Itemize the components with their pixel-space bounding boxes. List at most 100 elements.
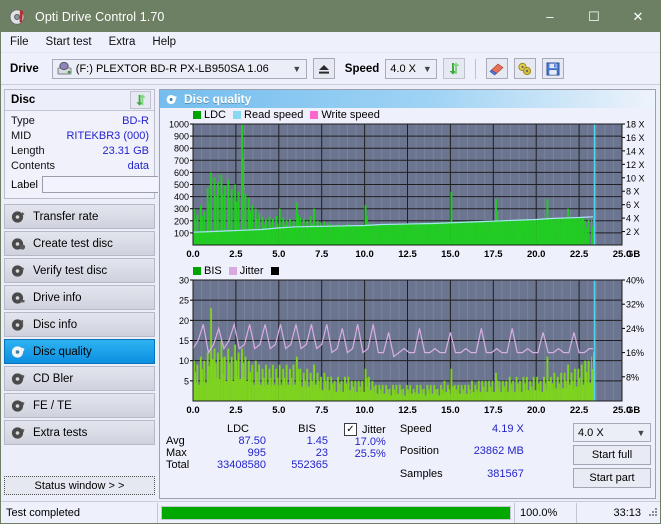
window-controls: – ☐ ✕ <box>528 1 660 32</box>
jitter-checkbox[interactable]: ✓ <box>344 423 357 436</box>
bitsetting-button[interactable] <box>514 58 537 79</box>
stats-value-ldc: 87.50 <box>238 435 266 447</box>
svg-text:12.5: 12.5 <box>398 249 417 260</box>
svg-text:7.5: 7.5 <box>315 249 329 260</box>
menu-item-extra[interactable]: Extra <box>109 34 145 50</box>
eject-button[interactable] <box>312 58 335 79</box>
stats-header-row: LDC BIS <box>166 423 338 435</box>
app-disc-icon <box>9 8 27 26</box>
disc-refresh-button[interactable] <box>130 91 151 109</box>
menu-item-start-test[interactable]: Start test <box>46 34 101 50</box>
svg-text:14 X: 14 X <box>626 146 645 156</box>
legend-swatch <box>193 110 201 119</box>
sidebar-item-transfer-rate[interactable]: Transfer rate <box>4 204 155 229</box>
stats-row-label: Total <box>166 459 190 471</box>
menu-item-help[interactable]: Help <box>152 34 185 50</box>
legend-swatch <box>310 110 319 119</box>
disc-row-key: Contents <box>11 159 56 172</box>
svg-text:10: 10 <box>179 356 189 366</box>
ldc-chart-legend: LDC Read speed Write speed <box>160 108 655 121</box>
window-title: Opti Drive Control 1.70 <box>35 9 165 24</box>
test-speed-select[interactable]: 4.0 X ▼ <box>573 423 651 442</box>
drive-value: (F:) PLEXTOR BD-R PX-LB950SA 1.06 <box>75 62 269 75</box>
svg-text:10.0: 10.0 <box>355 249 374 260</box>
disc-test-icon <box>10 209 26 225</box>
disc-label-row: Label <box>11 175 245 194</box>
legend-entry-extra <box>270 266 279 275</box>
chevron-down-icon: ▼ <box>422 63 432 74</box>
disc-panel-title: Disc <box>11 94 36 106</box>
start-full-button[interactable]: Start full <box>573 445 651 465</box>
progress-fill <box>162 506 510 519</box>
disc-row-value: RITEKBR3 (000) <box>66 129 149 142</box>
svg-text:7.5: 7.5 <box>315 405 329 416</box>
svg-text:30: 30 <box>179 277 189 286</box>
sidebar-item-extra-tests[interactable]: Extra tests <box>4 420 155 445</box>
sidebar-item-label: Disc quality <box>33 345 92 358</box>
toolbar: Drive (F:) PLEXTOR BD-R PX-LB950SA 1.06 … <box>1 53 660 85</box>
action-buttons: 4.0 X ▼ Start full Start part <box>524 423 651 488</box>
save-button[interactable] <box>542 58 565 79</box>
stats-value-ldc: 33408580 <box>217 459 266 471</box>
sidebar-item-disc-quality[interactable]: Disc quality <box>4 339 155 364</box>
table-row: Avg 87.50 1.45 <box>166 435 338 447</box>
drive-info-icon <box>10 290 26 306</box>
sidebar-item-disc-info[interactable]: Disc info <box>4 312 155 337</box>
maximize-button[interactable]: ☐ <box>572 1 616 32</box>
minimize-button[interactable]: – <box>528 1 572 32</box>
menu-item-file[interactable]: File <box>10 34 38 50</box>
legend-entry-ldc: LDC <box>193 109 226 121</box>
jitter-max-value: 25.5% <box>354 448 386 460</box>
resize-grip-icon[interactable] <box>646 507 660 519</box>
disc-verify-icon <box>10 263 26 279</box>
svg-text:200: 200 <box>174 216 189 226</box>
svg-text:40%: 40% <box>626 277 644 286</box>
svg-text:700: 700 <box>174 156 189 166</box>
svg-text:5.0: 5.0 <box>272 249 285 260</box>
fe-te-icon <box>10 398 26 414</box>
speed-select[interactable]: 4.0 X ▼ <box>385 58 438 79</box>
refresh-button[interactable] <box>443 58 466 79</box>
sidebar-item-cd-bler[interactable]: CD Bler <box>4 366 155 391</box>
sidebar-item-label: Verify test disc <box>33 264 108 277</box>
disc-write-icon <box>10 236 26 252</box>
svg-text:6 X: 6 X <box>626 200 640 210</box>
erase-button[interactable] <box>486 58 509 79</box>
drive-label: Drive <box>10 62 39 75</box>
close-button[interactable]: ✕ <box>616 1 660 32</box>
start-part-button[interactable]: Start part <box>573 468 651 488</box>
bis-chart-container: BIS Jitter 5 10 15 20 25 30 8% 16% 24% 32% 40% 0.0 2… <box>160 264 655 420</box>
svg-text:12 X: 12 X <box>626 160 645 170</box>
ldc-chart-container: LDC Read speed Write speed 100 200 300 400 5… <box>160 108 655 264</box>
legend-entry-read-speed: Read speed <box>233 109 303 121</box>
legend-entry-write-speed: Write speed <box>310 109 380 121</box>
sidebar-item-label: CD Bler <box>33 372 74 385</box>
panel-title: Disc quality <box>184 92 252 106</box>
stats-col-ldc: LDC <box>226 423 249 435</box>
sidebar-item-verify-test-disc[interactable]: Verify test disc <box>4 258 155 283</box>
disc-info-icon <box>10 317 26 333</box>
sidebar-item-drive-info[interactable]: Drive info <box>4 285 155 310</box>
position-readout-label: Position <box>399 445 439 458</box>
sidebar-item-label: FE / TE <box>33 399 72 412</box>
stats-table: LDC BIS Avg 87.50 1.45 Max 995 23 Total … <box>166 423 338 488</box>
sidebar-item-fe-te[interactable]: FE / TE <box>4 393 155 418</box>
disc-row-value: data <box>127 159 149 172</box>
sidebar-item-create-test-disc[interactable]: Create test disc <box>4 231 155 256</box>
svg-text:100: 100 <box>174 228 189 238</box>
menu-bar: File Start test Extra Help <box>1 32 660 53</box>
svg-text:0.0: 0.0 <box>186 405 199 416</box>
svg-text:1000: 1000 <box>169 121 189 130</box>
progress-bar <box>158 503 514 523</box>
cd-bler-icon <box>10 371 26 387</box>
status-window-button[interactable]: Status window > > <box>4 476 155 495</box>
svg-text:2.5: 2.5 <box>229 405 243 416</box>
svg-text:22.5: 22.5 <box>570 249 589 260</box>
jitter-header: ✓ Jitter <box>344 423 386 436</box>
drive-select[interactable]: (F:) PLEXTOR BD-R PX-LB950SA 1.06 ▼ <box>51 58 307 79</box>
stats-col-bis: BIS <box>298 423 316 435</box>
stats-value-bis: 552365 <box>291 459 328 471</box>
svg-text:10 X: 10 X <box>626 173 645 183</box>
disc-quality-icon <box>165 93 178 106</box>
disc-row-value: 23.31 GB <box>102 144 149 157</box>
